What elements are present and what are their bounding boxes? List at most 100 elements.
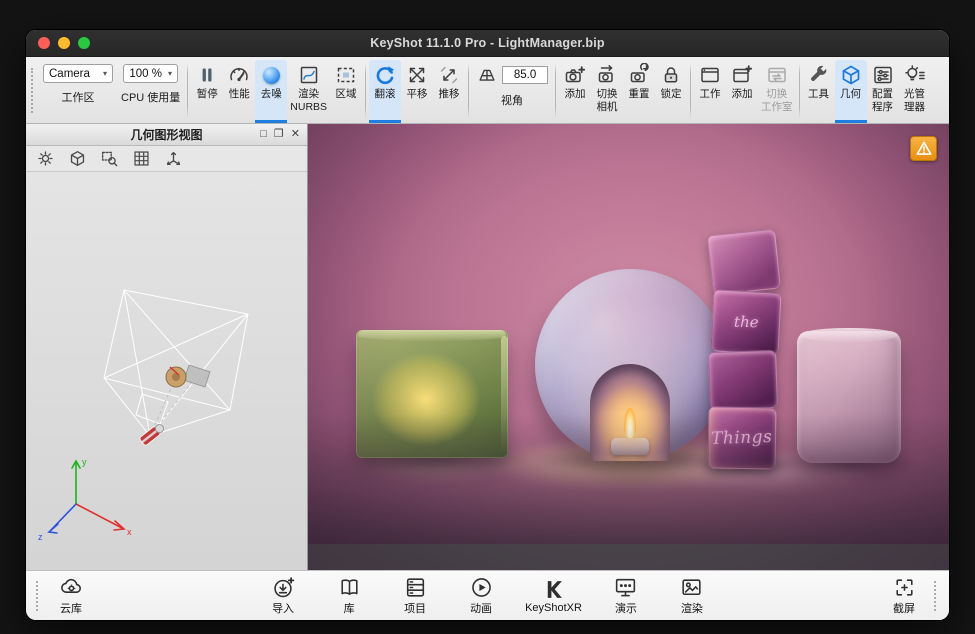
content-area: 几何图形视图 □ ❐ ✕ (26, 124, 949, 570)
workspace-label: 工作区 (62, 89, 95, 105)
window-title: KeyShot 11.1.0 Pro - LightManager.bip (26, 36, 949, 50)
fov-input[interactable]: 85.0 (502, 66, 548, 84)
pause-icon (194, 62, 220, 88)
keyshotxr-button[interactable]: KeyShotXR (521, 577, 586, 614)
pan-button[interactable]: 平移 (401, 60, 433, 123)
titlebar[interactable]: KeyShot 11.1.0 Pro - LightManager.bip (26, 30, 949, 57)
switch-workroom-button[interactable]: 切换 工作室 (758, 60, 796, 123)
toolbar-separator (690, 63, 691, 118)
minimize-button[interactable] (58, 37, 70, 49)
glass-cube-top (707, 229, 781, 296)
geometry-view-panel: 几何图形视图 □ ❐ ✕ (26, 124, 308, 570)
camera-switch-icon (594, 62, 620, 88)
denoise-button[interactable]: 去噪 (255, 60, 287, 123)
toolbar-separator (555, 63, 556, 118)
cloud-icon (59, 575, 84, 600)
light-manager-button[interactable]: 光管 理器 (899, 60, 931, 123)
project-icon (403, 575, 428, 600)
toolbar-separator (365, 63, 366, 118)
library-button[interactable]: 库 (323, 575, 375, 616)
toolbar-drag-handle[interactable] (31, 68, 36, 113)
realtime-viewport[interactable]: the Things (308, 124, 949, 570)
ribbon-drag-handle[interactable] (934, 581, 939, 611)
cpu-dropdown[interactable]: 100 % ▾ (123, 64, 178, 83)
keyshot-window: KeyShot 11.1.0 Pro - LightManager.bip Ca… (26, 30, 949, 620)
workroom-button[interactable]: 工作 (694, 60, 726, 123)
glass-cube-plain (708, 350, 778, 410)
geometry-panel-toolbar (26, 146, 307, 172)
denoise-icon (258, 62, 284, 88)
workspace-dropdown[interactable]: Camera ▾ (43, 64, 113, 83)
dolly-icon (436, 62, 462, 88)
region-icon (333, 62, 359, 88)
configurator-button[interactable]: 配置 程序 (867, 60, 899, 123)
axis-x-label: x (127, 527, 132, 537)
fov-label: 视角 (501, 92, 523, 108)
zoom-region-icon[interactable] (100, 149, 119, 168)
light-manager-icon (902, 62, 928, 88)
add-workroom-button[interactable]: 添加 (726, 60, 758, 123)
present-button[interactable]: 演示 (600, 575, 652, 616)
tools-button[interactable]: 工具 (803, 60, 835, 123)
close-button[interactable] (38, 37, 50, 49)
ribbon-center-group: 导入 库 项目 动画 (257, 575, 718, 616)
region-button[interactable]: 区域 (330, 60, 362, 123)
keyshot-logo-icon (541, 577, 566, 602)
toolbar-separator (187, 63, 188, 118)
import-icon (271, 575, 296, 600)
viewport-floor (308, 414, 949, 544)
geometry-panel-title: 几何图形视图 (130, 126, 202, 143)
panel-close-icon[interactable]: ✕ (291, 129, 300, 140)
bottom-ribbon: 云库 导入 库 项目 (26, 570, 949, 620)
dolly-button[interactable]: 推移 (433, 60, 465, 123)
screenshot-button[interactable]: 截屏 (878, 575, 930, 616)
cube-engraving-the: the (734, 313, 759, 331)
geometry-button[interactable]: 几何 (835, 60, 867, 123)
panel-float-icon[interactable]: ❐ (274, 129, 284, 140)
add-camera-button[interactable]: 添加 (559, 60, 591, 123)
animation-button[interactable]: 动画 (455, 575, 507, 616)
render-button[interactable]: 渲染 (666, 575, 718, 616)
ribbon-drag-handle[interactable] (36, 581, 41, 611)
camera-reset-icon (626, 62, 652, 88)
grid-icon[interactable] (132, 149, 151, 168)
workroom-add-icon (729, 62, 755, 88)
reset-camera-button[interactable]: 重置 (623, 60, 655, 123)
glass-cube-the: the (710, 289, 781, 354)
import-button[interactable]: 导入 (257, 575, 309, 616)
gear-icon[interactable] (36, 149, 55, 168)
cpu-usage-selector[interactable]: 100 % ▾ CPU 使用量 (117, 60, 184, 123)
fov-control[interactable]: 85.0 视角 (472, 60, 552, 123)
render-nurbs-button[interactable]: 渲染 NURBS (287, 60, 330, 123)
pan-icon (404, 62, 430, 88)
perspective-icon (476, 64, 498, 86)
cpu-label: CPU 使用量 (121, 89, 180, 105)
move-axes-icon[interactable] (164, 149, 183, 168)
toolbar-separator (468, 63, 469, 118)
zoom-button[interactable] (78, 37, 90, 49)
lock-camera-button[interactable]: 锁定 (655, 60, 687, 123)
switch-camera-button[interactable]: 切换 相机 (591, 60, 623, 123)
geometry-panel-header[interactable]: 几何图形视图 □ ❐ ✕ (26, 124, 307, 146)
project-button[interactable]: 项目 (389, 575, 441, 616)
panel-restore-icon[interactable]: □ (260, 129, 267, 140)
chevron-down-icon: ▾ (168, 69, 172, 78)
chevron-down-icon: ▾ (103, 69, 107, 78)
pause-button[interactable]: 暂停 (191, 60, 223, 123)
warning-badge[interactable] (910, 136, 937, 161)
render-icon (679, 575, 704, 600)
lock-icon (658, 62, 684, 88)
performance-button[interactable]: 性能 (223, 60, 255, 123)
screenshot-icon (892, 575, 917, 600)
cloud-library-button[interactable]: 云库 (45, 575, 97, 616)
viewport-bottom-strip (308, 544, 949, 570)
tumble-button[interactable]: 翻滚 (369, 60, 401, 123)
configurator-icon (870, 62, 896, 88)
cube-tool-icon[interactable] (68, 149, 87, 168)
camera-add-icon (562, 62, 588, 88)
wrench-icon (806, 62, 832, 88)
workspace-selector[interactable]: Camera ▾ 工作区 (39, 60, 117, 123)
toolbar-separator (799, 63, 800, 118)
axis-y-label: y (82, 457, 87, 467)
geometry-viewport[interactable]: y x z (26, 172, 307, 570)
